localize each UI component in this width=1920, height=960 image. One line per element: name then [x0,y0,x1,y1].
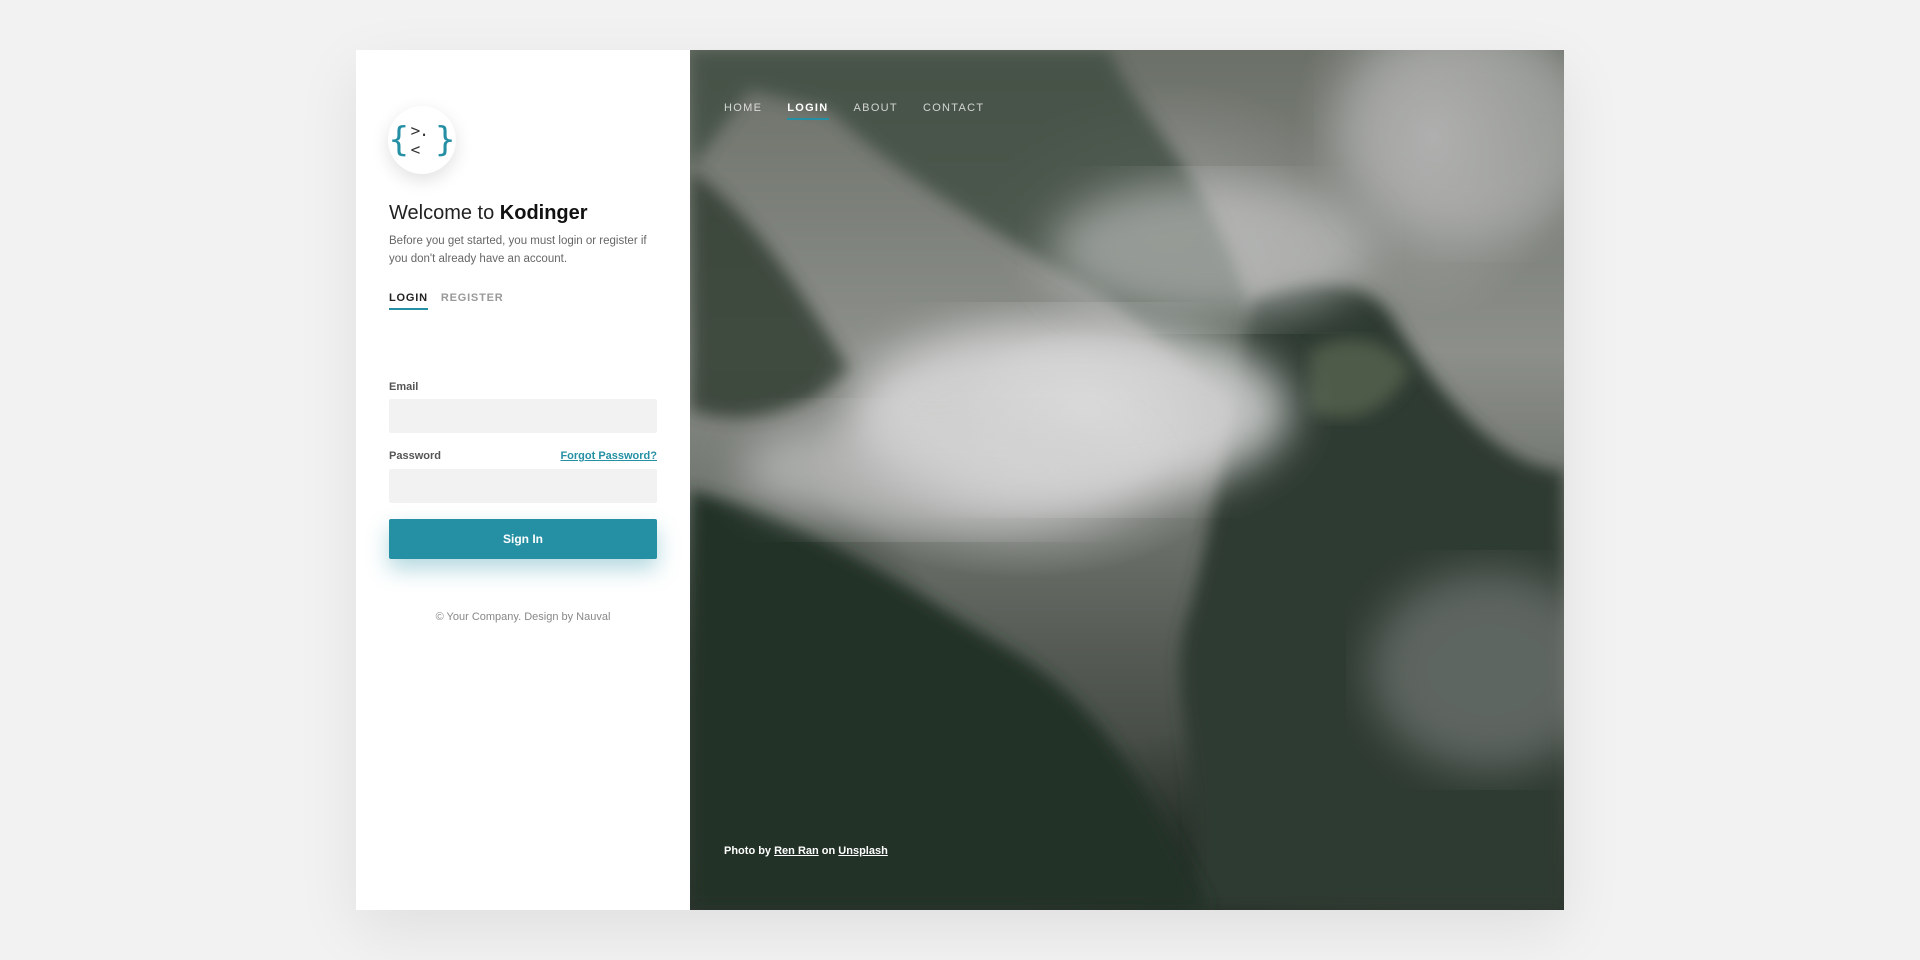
sign-in-button[interactable]: Sign In [389,519,657,559]
password-field[interactable] [389,469,657,503]
forgot-password-link[interactable]: Forgot Password? [560,450,657,462]
footer-copyright: © Your Company. Design by Nauval [435,611,611,623]
credit-middle: on [818,845,839,857]
hero-photo: HOME LOGIN ABOUT CONTACT Photo by Ren Ra… [690,50,1564,910]
login-card: { >.< } Welcome to Kodinger Before you g… [356,50,1564,910]
logo: { >.< } [388,106,456,174]
tab-register[interactable]: REGISTER [441,292,504,310]
nav-about[interactable]: ABOUT [854,102,898,120]
nav-login[interactable]: LOGIN [787,102,829,120]
credit-prefix: Photo by [724,845,775,857]
welcome-intro: Before you get started, you must login o… [389,235,647,265]
nav-home[interactable]: HOME [724,102,762,120]
tab-login[interactable]: LOGIN [389,292,428,310]
password-label: Password [389,450,441,462]
photo-credit: Photo by Ren Ran on Unsplash [724,845,888,857]
misty-mountains-image [690,50,1564,910]
nav-contact[interactable]: CONTACT [923,102,984,120]
email-label: Email [389,381,419,393]
welcome-heading: Welcome to Kodinger [389,202,588,225]
logo-left-brace: { [388,120,410,160]
email-field[interactable] [389,399,657,433]
logo-face: >.< [410,121,429,159]
auth-tabs: LOGIN REGISTER [389,292,503,310]
login-panel: { >.< } Welcome to Kodinger Before you g… [356,50,690,910]
welcome-prefix: Welcome to [389,202,500,224]
unsplash-link[interactable]: Unsplash [838,845,888,857]
brand-name: Kodinger [499,202,588,224]
logo-right-brace: } [434,120,456,160]
top-nav: HOME LOGIN ABOUT CONTACT [724,102,984,120]
author-link[interactable]: Ren Ran [774,845,819,857]
